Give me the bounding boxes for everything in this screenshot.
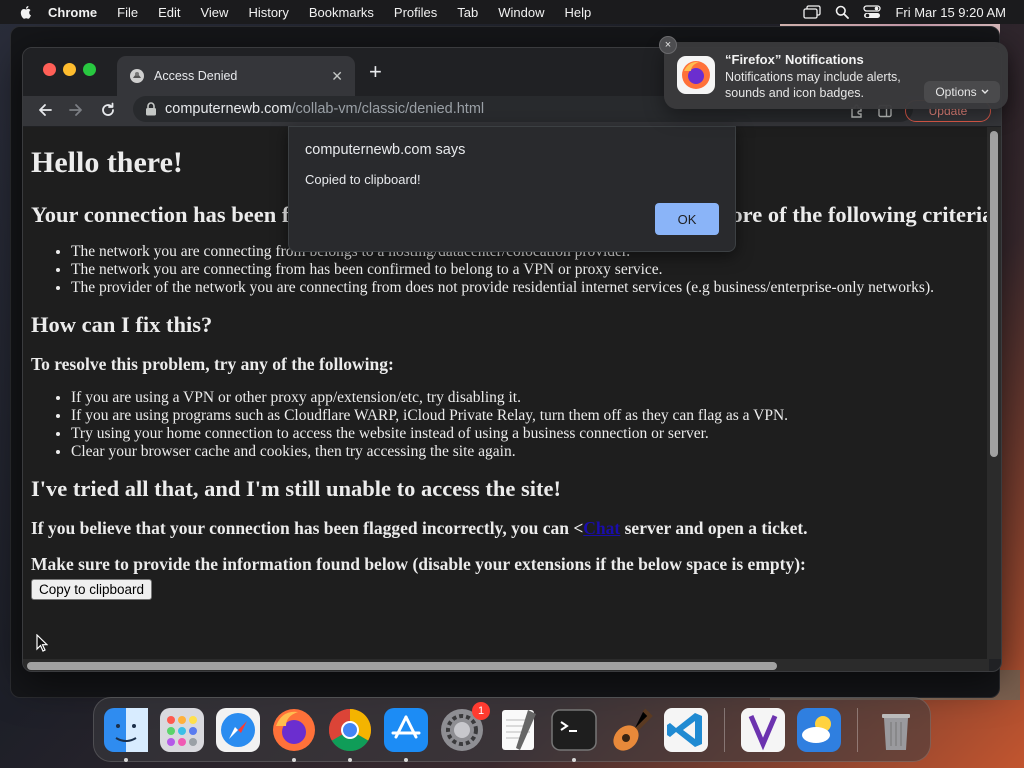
dock-textedit[interactable] <box>494 706 542 754</box>
chat-link[interactable]: Chat <box>583 518 620 538</box>
running-indicator <box>292 757 296 762</box>
dock-safari[interactable] <box>214 706 262 754</box>
dock-terminal[interactable] <box>550 706 598 762</box>
horizontal-scrollbar[interactable] <box>23 659 989 671</box>
dock-trash[interactable] <box>872 706 920 754</box>
new-tab-button[interactable]: + <box>369 61 382 83</box>
menu-app-name[interactable]: Chrome <box>48 5 97 20</box>
menu-clock[interactable]: Fri Mar 15 9:20 AM <box>895 5 1006 20</box>
fix-heading: How can I fix this? <box>31 312 213 337</box>
running-indicator <box>572 757 576 762</box>
weather-icon <box>797 707 841 752</box>
dock-system-settings[interactable]: 1 <box>438 701 490 754</box>
dock-finder[interactable] <box>102 706 150 762</box>
tab-access-denied[interactable]: Access Denied ✕ <box>117 56 355 96</box>
close-window-button[interactable] <box>43 63 56 76</box>
launchpad-icon <box>160 707 204 752</box>
back-arrow-icon[interactable] <box>37 102 53 118</box>
menu-view[interactable]: View <box>200 5 228 20</box>
running-indicator <box>404 757 408 762</box>
terminal-icon <box>551 708 597 751</box>
list-item: If you are using programs such as Cloudf… <box>71 407 981 425</box>
forward-arrow-icon[interactable] <box>68 102 84 118</box>
ticket-text-after: server and open a ticket. <box>620 518 808 538</box>
finder-icon <box>104 707 148 752</box>
dock-firefox[interactable] <box>270 706 318 762</box>
firefox-icon <box>273 708 315 751</box>
guitar-icon <box>613 708 653 751</box>
url-path: /collab-vm/classic/denied.html <box>291 101 485 117</box>
site-info-icon[interactable] <box>145 102 157 116</box>
menu-bar: Chrome File Edit View History Bookmarks … <box>0 0 1024 24</box>
notification-badge: 1 <box>472 701 490 720</box>
tab-title: Access Denied <box>154 69 238 83</box>
menu-bookmarks[interactable]: Bookmarks <box>309 5 374 20</box>
menu-file[interactable]: File <box>117 5 138 20</box>
textedit-icon <box>502 709 536 750</box>
vertical-scroll-thumb[interactable] <box>990 131 998 457</box>
visual-studio-icon <box>741 707 785 752</box>
site-favicon-icon <box>130 69 144 83</box>
ticket-text-before: If you believe that your connection has … <box>31 518 584 538</box>
apple-icon[interactable] <box>18 4 34 20</box>
mouse-cursor-icon <box>36 634 48 652</box>
menu-tab[interactable]: Tab <box>457 5 478 20</box>
zoom-window-button[interactable] <box>83 63 96 76</box>
vscode-icon <box>664 707 708 752</box>
url-host: computernewb.com <box>165 101 292 117</box>
dock-launchpad[interactable] <box>158 706 206 754</box>
tab-close-icon[interactable]: ✕ <box>331 68 343 85</box>
list-item: If you are using a VPN or other proxy ap… <box>71 389 981 407</box>
list-item: Clear your browser cache and cookies, th… <box>71 443 981 461</box>
notification-title: “Firefox” Notifications <box>725 52 864 67</box>
menu-profiles[interactable]: Profiles <box>394 5 437 20</box>
trash-icon <box>882 713 910 750</box>
chevron-down-icon <box>981 89 989 94</box>
copy-to-clipboard-button[interactable]: Copy to clipboard <box>31 579 153 600</box>
notification-body: Notifications may include alerts, sounds… <box>725 70 901 100</box>
dock-chrome[interactable] <box>326 706 374 762</box>
ticket-paragraph: If you believe that your connection has … <box>31 517 981 539</box>
alert-dialog: computernewb.com says Copied to clipboar… <box>288 126 736 252</box>
firefox-icon <box>677 56 715 94</box>
firefox-notification[interactable]: “Firefox” Notifications Notifications ma… <box>664 42 1008 109</box>
list-item: Try using your home connection to access… <box>71 425 981 443</box>
list-item: The network you are connecting from has … <box>71 261 981 279</box>
list-item: The provider of the network you are conn… <box>71 279 981 297</box>
control-center-icon[interactable] <box>863 5 882 19</box>
app-store-icon <box>384 707 428 752</box>
screen-mirroring-icon[interactable] <box>803 5 822 19</box>
alert-message: Copied to clipboard! <box>305 172 421 187</box>
menu-edit[interactable]: Edit <box>158 5 180 20</box>
fixes-list: If you are using a VPN or other proxy ap… <box>71 389 981 461</box>
dock-garageband[interactable] <box>606 706 654 754</box>
running-indicator <box>348 757 352 762</box>
alert-title: computernewb.com says <box>305 142 466 158</box>
spotlight-search-icon[interactable] <box>835 5 850 19</box>
info-heading: Make sure to provide the information fou… <box>31 554 806 574</box>
tried-heading: I've tried all that, and I'm still unabl… <box>31 476 561 501</box>
dock-separator <box>724 707 725 752</box>
ok-button[interactable]: OK <box>655 203 719 235</box>
safari-icon <box>216 707 260 752</box>
dock-weather[interactable] <box>795 706 843 754</box>
menu-history[interactable]: History <box>248 5 288 20</box>
dock-separator <box>857 707 858 752</box>
vertical-scrollbar[interactable] <box>987 127 1001 659</box>
resolve-heading: To resolve this problem, try any of the … <box>31 354 394 374</box>
options-label: Options <box>935 85 977 99</box>
reload-icon[interactable] <box>100 102 116 118</box>
dock-visual-studio[interactable] <box>739 706 787 754</box>
running-indicator <box>124 757 128 762</box>
chrome-icon <box>328 708 372 751</box>
notification-options-button[interactable]: Options <box>924 81 1000 103</box>
horizontal-scroll-thumb[interactable] <box>27 662 777 670</box>
menu-help[interactable]: Help <box>565 5 592 20</box>
notification-close-button[interactable]: × <box>659 36 677 54</box>
menu-window[interactable]: Window <box>498 5 544 20</box>
minimize-window-button[interactable] <box>63 63 76 76</box>
dock-vscode[interactable] <box>662 706 710 754</box>
dock: 1 <box>93 697 931 762</box>
dock-app-store[interactable] <box>382 706 430 762</box>
